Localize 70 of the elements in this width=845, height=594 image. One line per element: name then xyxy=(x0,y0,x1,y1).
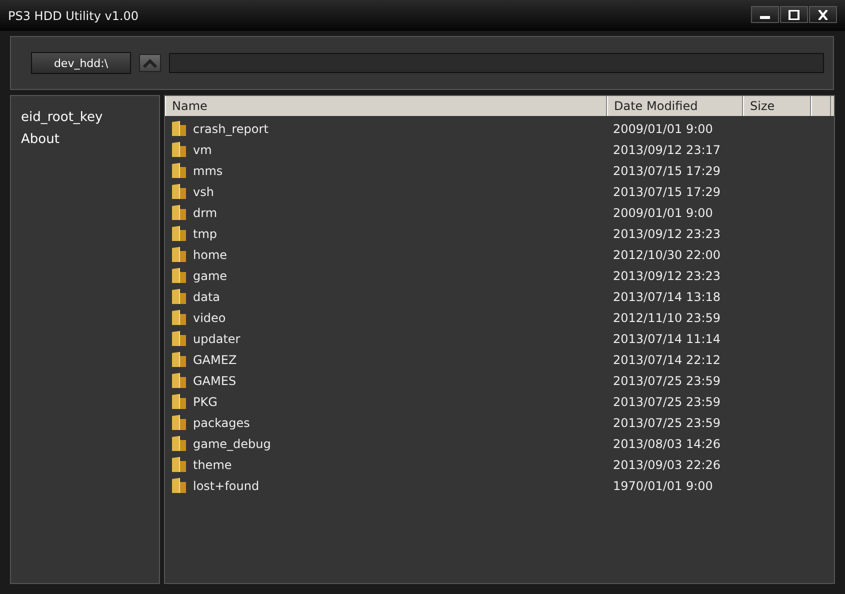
file-name[interactable]: home xyxy=(193,248,228,262)
date-cell-text: 2013/09/12 23:23 xyxy=(612,268,722,282)
column-header[interactable]: Name xyxy=(165,96,607,116)
date-cell-text: 1970/01/01 9:00 xyxy=(612,478,714,492)
file-name[interactable]: drm xyxy=(193,206,218,220)
folder-icon xyxy=(171,183,187,200)
header-filler xyxy=(811,96,831,116)
folder-icon xyxy=(171,204,187,221)
date-cell-text: 2013/07/14 13:18 xyxy=(612,290,722,304)
date-cell-text: 2013/07/25 23:59 xyxy=(612,416,722,430)
file-name[interactable]: data xyxy=(193,290,220,304)
file-name[interactable]: theme xyxy=(193,458,232,472)
folder-icon xyxy=(171,246,187,263)
file-name[interactable]: game xyxy=(193,268,228,282)
folder-icon xyxy=(171,330,187,347)
window-title: PS3 HDD Utility v1.00 xyxy=(8,8,139,22)
maximize-button[interactable] xyxy=(780,6,808,23)
file-name[interactable]: mms xyxy=(193,164,223,178)
file-name[interactable]: video xyxy=(193,310,226,324)
folder-icon xyxy=(171,393,187,410)
file-name[interactable]: crash_report xyxy=(193,122,268,136)
minimize-button[interactable] xyxy=(751,6,779,23)
column-header[interactable]: Date Modified xyxy=(607,96,743,116)
file-name[interactable]: GAMEZ xyxy=(193,352,237,366)
file-name[interactable]: GAMES xyxy=(193,374,236,388)
date-cell-text: 2012/10/30 22:00 xyxy=(612,248,722,262)
folder-icon xyxy=(171,351,187,368)
date-cell-text: 2013/07/25 23:59 xyxy=(612,394,722,408)
date-cell-text: 2013/07/15 17:29 xyxy=(612,184,722,198)
column-header[interactable]: Size xyxy=(743,96,811,116)
folder-icon xyxy=(171,120,187,137)
file-name[interactable]: vsh xyxy=(193,184,214,198)
file-name[interactable]: game_debug xyxy=(193,436,271,450)
folder-icon xyxy=(171,477,187,494)
folder-icon xyxy=(171,309,187,326)
folder-icon xyxy=(171,267,187,284)
path-field[interactable] xyxy=(169,53,824,73)
date-cell-text: 2013/09/03 22:26 xyxy=(612,458,722,472)
drive-button[interactable]: dev_hdd:\ xyxy=(31,52,131,74)
up-button[interactable] xyxy=(139,54,161,72)
date-cell-text: 2013/07/14 11:14 xyxy=(612,332,722,346)
folder-icon xyxy=(171,225,187,242)
date-cell-text: 2013/09/12 23:23 xyxy=(612,226,722,240)
maximize-icon xyxy=(788,10,800,20)
date-cell-text: 2012/11/10 23:59 xyxy=(612,310,722,324)
sidebar-item[interactable]: About xyxy=(21,132,60,147)
file-name[interactable]: PKG xyxy=(193,394,218,408)
file-name[interactable]: packages xyxy=(193,416,250,430)
file-name[interactable]: lost+found xyxy=(193,478,260,492)
date-cell-text: 2013/07/14 22:12 xyxy=(612,352,722,366)
folder-icon xyxy=(171,288,187,305)
date-cell-text: 2009/01/01 9:00 xyxy=(612,206,714,220)
file-name[interactable]: vm xyxy=(193,142,212,156)
date-cell-text: 2013/09/12 23:17 xyxy=(612,142,722,156)
sidebar-item[interactable]: eid_root_key xyxy=(21,110,103,125)
file-name[interactable]: updater xyxy=(193,332,240,346)
file-name[interactable]: tmp xyxy=(193,226,218,240)
date-cell-text: 2013/07/15 17:29 xyxy=(612,164,722,178)
date-cell-text: 2013/07/25 23:59 xyxy=(612,374,722,388)
folder-icon xyxy=(171,435,187,452)
folder-icon xyxy=(171,414,187,431)
minimize-icon xyxy=(760,16,770,19)
date-cell-text: 2009/01/01 9:00 xyxy=(612,122,714,136)
date-cell-text: 2013/08/03 14:26 xyxy=(612,436,722,450)
folder-icon xyxy=(171,372,187,389)
close-icon xyxy=(817,10,829,20)
folder-icon xyxy=(171,456,187,473)
folder-icon xyxy=(171,162,187,179)
folder-icon xyxy=(171,141,187,158)
close-button[interactable] xyxy=(809,6,837,23)
